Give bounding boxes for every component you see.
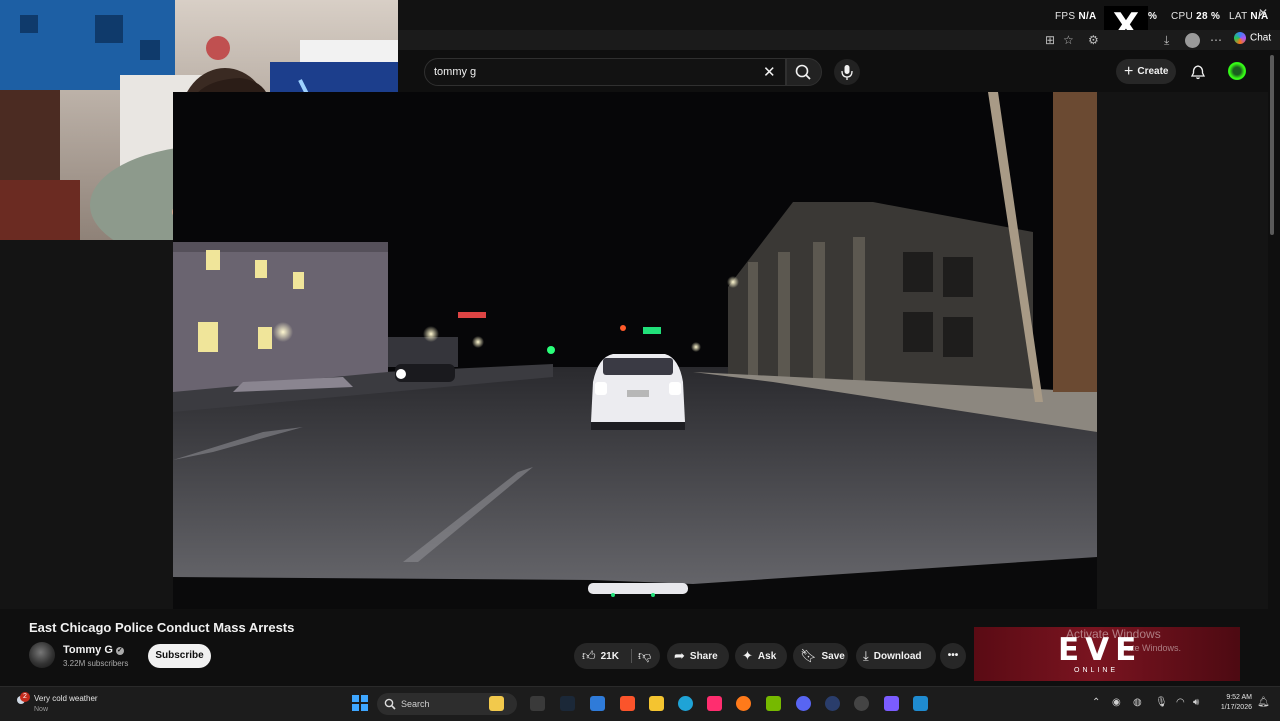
browser-toolbar [398,30,1280,50]
cpu-readout: CPU 28 % [1171,11,1221,22]
channel-name[interactable]: Tommy G ✓ [63,644,124,656]
tray-chevron-icon[interactable]: ⌃ [1092,697,1100,708]
brave-browser-icon[interactable] [620,696,635,711]
clock-date: 1/17/2026 [1220,704,1252,711]
windows-activation-watermark-sub: ate Windows. [1127,643,1182,653]
eve-online-subtitle: ONLINE [1074,667,1119,674]
notepad-icon[interactable] [590,696,605,711]
favorite-star-icon[interactable]: ☆ [1063,33,1074,47]
share-label: Share [689,651,718,662]
browser-menu-icon[interactable]: ⋯ [1210,33,1222,47]
ask-button[interactable]: ✦ Ask [735,643,787,669]
search-input[interactable] [424,58,786,86]
page-scrollbar[interactable] [1268,55,1276,685]
edge-browser-icon[interactable] [678,696,693,711]
wifi-icon[interactable]: ◠ [1176,697,1185,708]
tiktok-icon[interactable] [707,696,722,711]
video-letterbox-left [0,240,173,609]
dislike-button[interactable]: 👎︎ [638,643,656,670]
copilot-chat-button[interactable]: Chat [1234,32,1271,44]
bell-icon[interactable] [1190,64,1206,80]
tray-steam-icon[interactable]: ◉ [1112,697,1121,708]
voice-search-button[interactable] [834,59,860,85]
weather-widget-subtext: Now [34,706,49,713]
channel-avatar[interactable] [29,642,55,668]
account-avatar[interactable] [1228,62,1246,80]
fps-readout: FPS N/A [1055,11,1097,22]
nvidia-icon[interactable] [766,696,781,711]
share-arrow-icon: ➦ [674,648,685,663]
video-title: East Chicago Police Conduct Mass Arrests [29,620,295,635]
file-explorer-icon[interactable] [649,696,664,711]
like-divider [631,649,632,663]
steam-icon[interactable] [560,696,575,711]
save-label: Save [821,651,845,662]
monitor-app-icon[interactable] [913,696,928,711]
like-count: 21K [600,651,619,662]
weather-widget-text[interactable]: Very cold weather [34,694,98,703]
firefox-icon[interactable] [736,696,751,711]
partial-percent: % [1148,11,1158,22]
scrollbar-thumb[interactable] [1270,55,1274,235]
video-player[interactable] [173,92,1097,609]
sparkle-icon: ✦ [742,648,753,663]
mic-icon [841,65,853,80]
download-button[interactable]: ⤓ Download [856,643,936,669]
save-button[interactable]: 🔖︎ Save [793,643,848,669]
tray-app-icon[interactable]: ◍ [1133,697,1142,708]
taskbar-search-placeholder: Search [401,699,430,709]
obs-icon[interactable] [854,696,869,711]
bookmark-icon: 🔖︎ [800,648,817,663]
subscribe-button[interactable]: Subscribe [148,644,211,668]
extensions-icon[interactable]: ⚙ [1088,33,1099,47]
verified-check-icon: ✓ [115,647,124,655]
windows-taskbar [0,686,1280,721]
discord-icon[interactable] [796,696,811,711]
video-frame [173,92,1097,609]
taskbar-clock[interactable]: 9:52 AM 1/17/2026 [1212,693,1252,713]
clear-search-icon[interactable]: ✕ [763,63,776,81]
create-button[interactable]: + Create [1116,59,1176,84]
split-screen-icon[interactable]: ⊞ [1045,33,1055,47]
like-dislike-group: 👍︎ 21K 👎︎ [574,643,660,669]
microphone-icon[interactable]: 🎙︎ [1155,697,1168,708]
search-input-value[interactable]: tommy g [434,66,476,78]
copilot-icon [1234,32,1246,44]
search-icon [795,64,811,80]
windows-activation-watermark: Activate Windows [1066,627,1161,641]
share-button[interactable]: ➦ Share [667,643,729,669]
download-tray-icon[interactable]: ⤓ [1164,33,1169,48]
notification-badge: 2 [20,692,30,702]
clock-time: 9:52 AM [1226,694,1252,701]
windows-start-button[interactable] [352,695,368,711]
close-icon[interactable]: ✕ [1258,6,1268,20]
download-label: Download [873,651,922,662]
thumbs-up-icon: 👍︎ [582,648,596,663]
more-actions-button[interactable]: ••• [940,643,966,669]
channel-name-text[interactable]: Tommy G [63,644,113,656]
task-view-icon[interactable] [530,696,545,711]
notification-center-icon[interactable]: 🔔︎ [1257,697,1270,708]
ask-label: Ask [757,651,777,662]
search-button[interactable] [786,58,822,86]
streaming-app-icon[interactable] [825,696,840,711]
like-button[interactable]: 👍︎ 21K [582,643,619,670]
download-icon: ⤓ [863,648,869,663]
thumbs-down-icon: 👎︎ [638,648,652,663]
taskbar-search-icon [384,698,396,710]
plus-icon: + [1124,63,1134,80]
browser-profile-avatar[interactable] [1185,33,1200,48]
search-highlight-icon [489,696,504,711]
video-letterbox-right [1097,92,1268,609]
volume-icon[interactable]: 🔊︎ [1193,697,1199,708]
subscriber-count: 3.22M subscribers [63,659,129,668]
grid-app-icon[interactable] [884,696,899,711]
